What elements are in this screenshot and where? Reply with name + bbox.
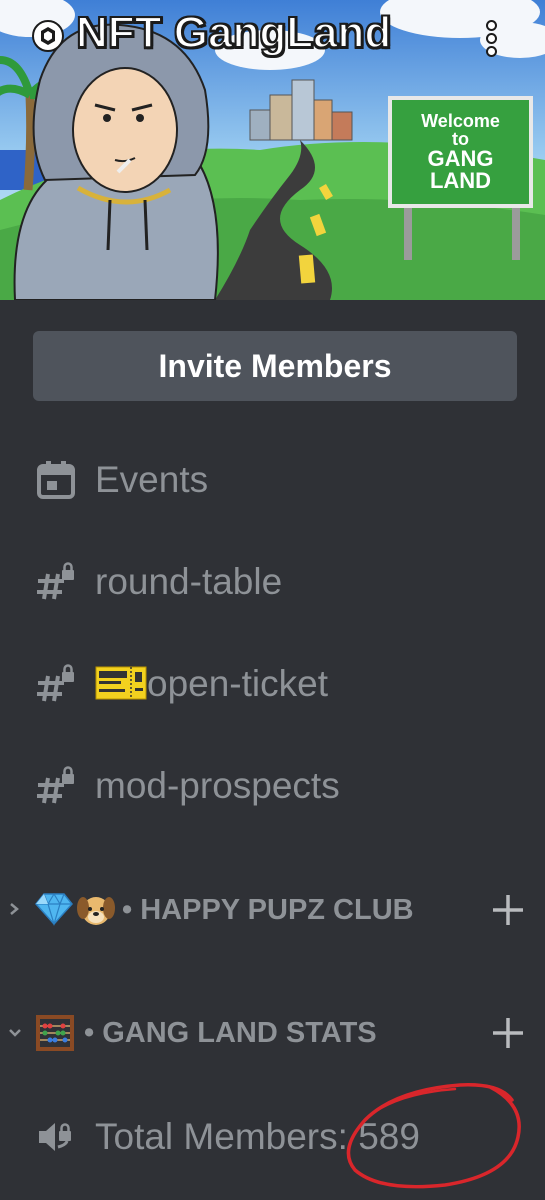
create-channel-plus-icon[interactable]	[488, 890, 528, 930]
locked-text-channel-icon	[37, 562, 74, 600]
locked-voice-channel-icon	[39, 1123, 71, 1151]
chevron-right-icon[interactable]	[6, 898, 24, 920]
channel-name: Total Members: 589	[95, 1116, 420, 1157]
category-label: • HAPPY PUPZ CLUB	[122, 894, 414, 926]
invite-members-button[interactable]: Invite Members	[33, 331, 517, 401]
channel-item-mod-prospects[interactable]: mod-prospects	[0, 750, 545, 822]
gem-emoji-icon	[34, 892, 74, 934]
create-channel-plus-icon[interactable]	[488, 1013, 528, 1053]
channel-name: mod-prospects	[95, 765, 340, 806]
channel-item-events[interactable]: Events	[0, 444, 545, 516]
sign-line: GANG	[427, 146, 494, 171]
channel-item-round-table[interactable]: round-table	[0, 546, 545, 618]
channel-name: Events	[95, 459, 209, 500]
locked-text-channel-icon	[37, 664, 74, 702]
sign-line: LAND	[429, 168, 492, 193]
server-boost-badge-icon	[32, 20, 64, 52]
server-options-icon[interactable]	[474, 14, 508, 62]
chevron-down-icon[interactable]	[6, 1021, 24, 1043]
server-name[interactable]: NFT GangLand	[75, 7, 392, 58]
channel-item-total-members[interactable]: Total Members: 589	[0, 1101, 545, 1173]
discord-server-sidebar: NFT GangLand Welcome to GANG LAND Invite…	[0, 0, 545, 1200]
locked-text-channel-icon	[37, 766, 74, 804]
channel-name: round-table	[95, 561, 283, 602]
category-gang-land-stats[interactable]: • GANG LAND STATS	[0, 1003, 545, 1063]
server-banner: NFT GangLand Welcome to GANG LAND	[0, 0, 545, 300]
abacus-emoji-icon	[36, 1015, 74, 1059]
category-label: • GANG LAND STATS	[84, 1017, 377, 1049]
dog-face-emoji-icon	[76, 892, 116, 936]
category-happy-pupz-club[interactable]: • HAPPY PUPZ CLUB	[0, 880, 545, 940]
welcome-sign: Welcome to GANG LAND	[388, 96, 533, 208]
channel-name: open-ticket	[147, 663, 328, 704]
calendar-icon	[37, 461, 75, 499]
channel-item-open-ticket[interactable]: open-ticket	[0, 648, 545, 720]
ticket-emoji-icon	[95, 666, 147, 700]
sign-line: Welcome	[421, 111, 500, 131]
